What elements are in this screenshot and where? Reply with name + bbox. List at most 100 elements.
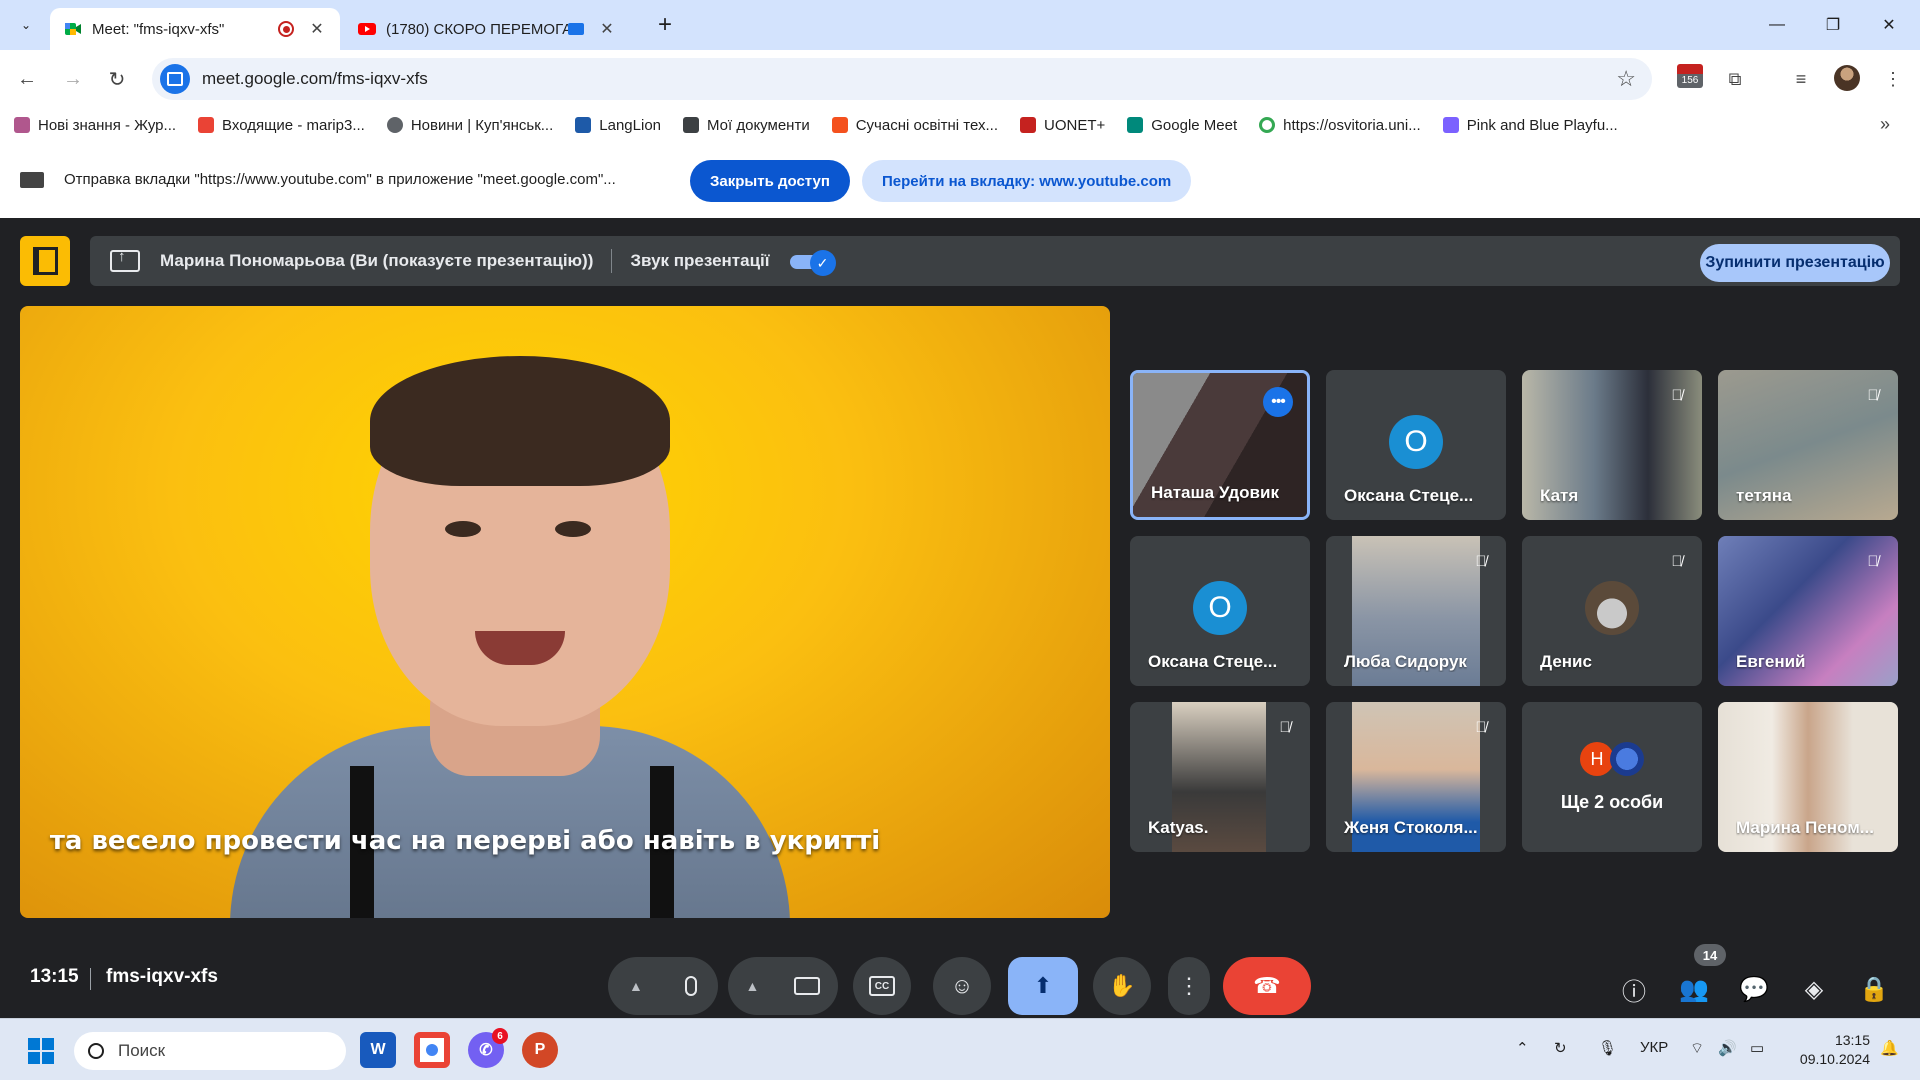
participant-tile[interactable]: О Оксана Стеце... [1130, 536, 1310, 686]
bookmark-item[interactable]: UONET+ [1020, 117, 1105, 134]
captions-button[interactable]: CC [853, 957, 911, 1015]
more-options-icon[interactable]: ••• [1263, 387, 1293, 417]
wifi-icon[interactable]: ⌔ [1690, 1039, 1704, 1058]
self-view-tile[interactable]: Марина Пеном... [1718, 702, 1898, 852]
media-controls-icon[interactable]: ≡ [1786, 64, 1816, 94]
more-participants-label: Ще 2 особи [1560, 792, 1664, 812]
chrome-app-icon[interactable] [414, 1032, 450, 1068]
tab-sharing-icon [568, 23, 584, 35]
video-settings-chevron-icon[interactable]: ▲ [746, 978, 760, 994]
bookmark-item[interactable]: Новини | Куп'янськ... [386, 117, 553, 134]
participant-tile[interactable]: ••• Наташа Удовик [1130, 370, 1310, 520]
participant-name: Денис [1540, 652, 1592, 671]
microphone-icon[interactable] [684, 976, 697, 996]
new-tab-button[interactable]: + [650, 10, 680, 40]
more-vert-icon: ⋮ [1178, 973, 1200, 998]
show-hidden-icons-chevron-icon[interactable]: ⌃ [1516, 1039, 1529, 1057]
emoji-icon: ☺ [950, 973, 974, 998]
presentation-sound-toggle[interactable]: ✓ [789, 250, 836, 276]
address-bar[interactable]: meet.google.com/fms-iqxv-xfs ☆ [152, 58, 1652, 100]
browser-toolbar: ← → ↻ meet.google.com/fms-iqxv-xfs ☆ 156… [0, 50, 1920, 108]
windows-start-icon[interactable] [28, 1038, 54, 1064]
people-icon[interactable]: 👥 [1677, 972, 1711, 1006]
present-now-button[interactable]: ⬆ [1008, 957, 1078, 1015]
bookmark-label: Pink and Blue Playfu... [1466, 116, 1618, 134]
host-controls-icon[interactable]: 🔒 [1857, 972, 1891, 1006]
participant-tile[interactable]: 🎙̸ Катя [1522, 370, 1702, 520]
participant-name: Наташа Удовик [1151, 483, 1279, 502]
activities-icon[interactable]: ◈ [1797, 972, 1831, 1006]
bookmark-item[interactable]: Нові знання - Жур... [14, 117, 176, 134]
globe-icon [386, 117, 403, 133]
participant-tile[interactable]: 🎙̸ тетяна [1718, 370, 1898, 520]
bookmarks-overflow-button[interactable]: » [1880, 114, 1890, 135]
meet-call-area: Марина Пономарьова (Ви (показуєте презен… [0, 218, 1920, 1018]
bookmark-item[interactable]: Pink and Blue Playfu... [1442, 116, 1618, 134]
participant-tile[interactable]: 🎙̸ Женя Стоколя... [1326, 702, 1506, 852]
taskbar-search[interactable]: Поиск [74, 1032, 346, 1070]
mic-off-icon: 🎙̸ [1475, 552, 1487, 570]
bookmark-label: https://osvitoria.uni... [1283, 116, 1421, 134]
volume-icon[interactable]: 🔊 [1718, 1039, 1737, 1057]
more-participants-tile[interactable]: Н Ще 2 особи [1522, 702, 1702, 852]
restore-window-button[interactable]: ❐ [1810, 10, 1856, 40]
bookmark-item[interactable]: Google Meet [1127, 117, 1237, 134]
close-tab-icon[interactable]: ✕ [308, 19, 326, 39]
tab-meet[interactable]: Meet: "fms-iqxv-xfs" ✕ [50, 8, 340, 50]
close-tab-icon[interactable]: ✕ [598, 19, 616, 39]
windows-taskbar: Поиск W ✆ 6 P ⌃ ↻ 🎙 УКР ⌔ 🔊 ▭ 13:15 09.10… [0, 1018, 1920, 1080]
participant-tile[interactable]: 🎙̸ Денис [1522, 536, 1702, 686]
microphone-control: ▲ [608, 957, 718, 1015]
microphone-icon[interactable]: 🎙 [1598, 1039, 1617, 1057]
raise-hand-button[interactable]: ✋ [1093, 957, 1151, 1015]
leave-call-button[interactable]: ☎ [1223, 957, 1311, 1015]
calendar-extension-icon[interactable]: 156 [1677, 64, 1703, 94]
tab-youtube[interactable]: (1780) СКОРО ПЕРЕМОГА | ✕ [344, 8, 630, 50]
meeting-details-icon[interactable]: ⓘ [1617, 972, 1651, 1006]
taskbar-clock[interactable]: 13:15 09.10.2024 [1786, 1031, 1870, 1069]
minimize-window-button[interactable]: — [1754, 10, 1800, 40]
forward-button[interactable]: → [58, 64, 88, 94]
profile-avatar[interactable] [1834, 65, 1860, 91]
chrome-menu-icon[interactable]: ⋮ [1878, 64, 1908, 94]
reactions-button[interactable]: ☺ [933, 957, 991, 1015]
bookmark-item[interactable]: Сучасні освітні тех... [831, 117, 998, 134]
bookmark-star-icon[interactable]: ☆ [1616, 66, 1636, 92]
more-options-button[interactable]: ⋮ [1168, 957, 1210, 1015]
mic-off-icon: 🎙̸ [1867, 386, 1879, 404]
bookmark-item[interactable]: Мої документи [683, 117, 810, 134]
sync-icon[interactable]: ↻ [1554, 1039, 1567, 1057]
audio-settings-chevron-icon[interactable]: ▲ [629, 978, 643, 994]
close-window-button[interactable]: ✕ [1866, 10, 1912, 40]
tab-search-button[interactable]: ⌄ [12, 11, 40, 39]
reload-button[interactable]: ↻ [102, 64, 132, 94]
bookmark-item[interactable]: Входящие - marip3... [198, 117, 365, 134]
participant-tile[interactable]: 🎙̸ Евгений [1718, 536, 1898, 686]
switch-to-tab-button[interactable]: Перейти на вкладку: www.youtube.com [862, 160, 1192, 202]
site-info-icon[interactable] [160, 64, 190, 94]
clock-date: 09.10.2024 [1799, 1051, 1870, 1067]
camera-icon[interactable] [794, 977, 821, 995]
word-app-icon[interactable]: W [360, 1032, 396, 1068]
powerpoint-app-icon[interactable]: P [522, 1032, 558, 1068]
battery-icon[interactable]: ▭ [1750, 1039, 1764, 1057]
viber-app-icon[interactable]: ✆ 6 [468, 1028, 508, 1068]
bookmark-item[interactable]: LangLion [575, 117, 661, 134]
search-icon [88, 1043, 104, 1059]
camera-control: ▲ [728, 957, 838, 1015]
stop-presenting-button[interactable]: Зупинити презентацію [1700, 244, 1890, 282]
back-button[interactable]: ← [12, 64, 42, 94]
language-indicator[interactable]: УКР [1640, 1039, 1668, 1056]
notifications-bell-icon[interactable]: 🔔 [1880, 1039, 1899, 1057]
chat-icon[interactable]: 💬 [1737, 972, 1771, 1006]
presenter-label: Марина Пономарьова (Ви (показуєте презен… [160, 251, 594, 270]
extensions-icon[interactable]: ⧉ [1720, 64, 1750, 94]
participant-tile[interactable]: О Оксана Стеце... [1326, 370, 1506, 520]
participant-tile[interactable]: 🎙̸ Katyas. [1130, 702, 1310, 852]
video-caption: та весело провести час на перерві або на… [49, 826, 881, 856]
stop-sharing-button[interactable]: Закрыть доступ [690, 160, 850, 202]
bookmark-item[interactable]: https://osvitoria.uni... [1259, 117, 1421, 134]
tab-title: Meet: "fms-iqxv-xfs" [92, 20, 225, 38]
browser-tab-strip: ⌄ Meet: "fms-iqxv-xfs" ✕ (1780) СКОРО ПЕ… [0, 0, 1920, 50]
participant-tile[interactable]: 🎙̸ Люба Сидорук [1326, 536, 1506, 686]
